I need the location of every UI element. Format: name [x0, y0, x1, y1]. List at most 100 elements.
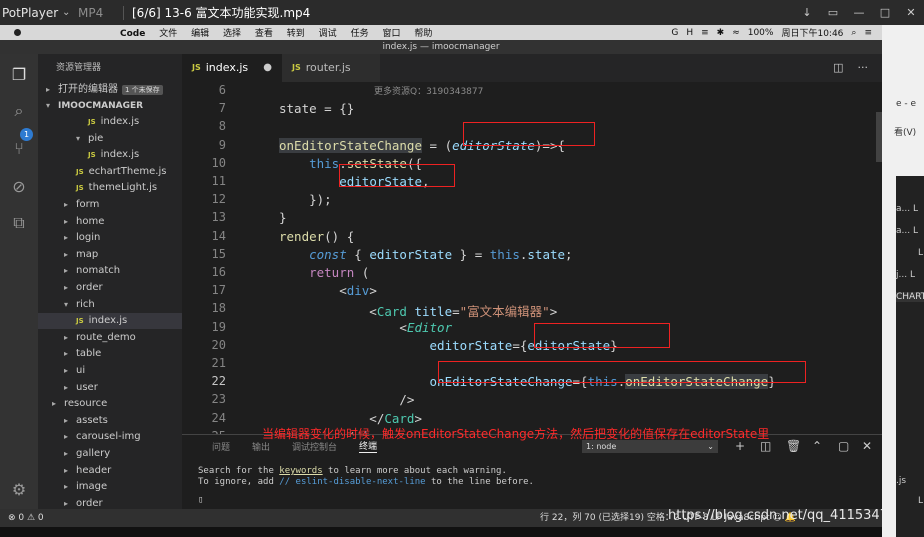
panel-tab-problems[interactable]: 问题 [212, 440, 230, 453]
search-icon[interactable]: ⌕ [8, 100, 30, 122]
tree-folder[interactable]: ▸ form [38, 197, 182, 213]
tree-folder[interactable]: ▸ order [38, 280, 182, 296]
code-line[interactable]: <Card title="富文本编辑器"> [279, 301, 557, 320]
mini-mode-icon[interactable]: ▭ [820, 6, 846, 19]
tree-item-label: header [76, 464, 112, 476]
menu-debug[interactable]: 调试 [319, 29, 337, 39]
tree-folder[interactable]: ▸ login [38, 230, 182, 246]
menu-tasks[interactable]: 任务 [351, 29, 369, 39]
player-format: MP4 [78, 5, 104, 20]
menu-items: Code 文件 编辑 选择 查看 转到 调试 任务 窗口 帮助 [120, 26, 443, 39]
clock[interactable]: 周日下午10:46 [781, 26, 843, 39]
tree-item-label: order [76, 497, 103, 509]
tree-folder[interactable]: ▸ header [38, 463, 182, 479]
terminal-cursor[interactable]: ▯ [198, 495, 203, 505]
chevron-right-icon: ▸ [52, 399, 57, 409]
tree-folder[interactable]: ▸ order [38, 496, 182, 509]
bluetooth-icon[interactable]: ✱ [717, 28, 725, 38]
code-line[interactable]: <Editor [279, 320, 452, 335]
maximize-icon[interactable]: □ [872, 6, 898, 19]
line-number: 19 [211, 319, 226, 334]
code-line[interactable]: }); [279, 192, 332, 207]
tree-folder[interactable]: ▸ table [38, 346, 182, 362]
debug-icon[interactable]: ⊘ [8, 176, 30, 198]
tab-router-js[interactable]: JS router.js [282, 54, 380, 82]
tree-folder[interactable]: ▸ map [38, 247, 182, 263]
minimize-icon[interactable]: — [846, 6, 872, 19]
problems-count[interactable]: ⊗ 0 ⚠ 0 [8, 509, 44, 527]
files-icon[interactable]: ❐ [8, 64, 30, 86]
blog-watermark: https://blog.csdn.net/qq_41153478 [668, 508, 897, 523]
tree-folder[interactable]: ▸ image [38, 479, 182, 495]
code-line[interactable]: </Card> [279, 411, 422, 426]
gear-icon[interactable]: ⚙ [8, 479, 30, 501]
extensions-icon[interactable]: ⧉ [8, 212, 30, 234]
chevron-right-icon: ▸ [64, 332, 69, 342]
menu-help[interactable]: 帮助 [414, 29, 432, 39]
menu-window[interactable]: 窗口 [382, 29, 400, 39]
tree-file[interactable]: JS echartTheme.js [38, 164, 182, 180]
js-file-icon: JS [88, 151, 96, 160]
tree-folder[interactable]: ▸ home [38, 214, 182, 230]
menu-go[interactable]: 转到 [287, 29, 305, 39]
tree-folder[interactable]: ▸ assets [38, 413, 182, 429]
apple-icon[interactable] [14, 29, 21, 36]
tree-file[interactable]: JS index.js [38, 114, 182, 130]
bg-text: CHART [896, 292, 924, 302]
git-icon[interactable]: ⑂ [8, 138, 30, 160]
menu-edit[interactable]: 编辑 [191, 29, 209, 39]
maximize-panel-icon[interactable]: ▢ [838, 439, 849, 453]
tree-item-label: echartTheme.js [88, 165, 167, 177]
chevron-up-icon[interactable]: ⌃ [812, 439, 822, 453]
pin-icon[interactable]: ↓ [794, 6, 820, 19]
code-line[interactable]: render() { [279, 229, 354, 244]
tree-folder[interactable]: ▸ nomatch [38, 263, 182, 279]
status-icon-g[interactable]: G [671, 28, 678, 38]
chevron-right-icon: ▸ [64, 498, 69, 508]
tree-folder[interactable]: ▸ route_demo [38, 330, 182, 346]
code-line[interactable]: return ( [279, 265, 369, 280]
bg-text: .js [896, 476, 907, 486]
spotlight-icon[interactable]: ⌕ [851, 28, 856, 38]
tree-folder[interactable]: ▸ carousel-img [38, 429, 182, 445]
tree-item-label: index.js [100, 116, 140, 127]
tree-folder[interactable]: ▸ user [38, 380, 182, 396]
battery-level[interactable]: 100% [748, 28, 774, 38]
code-line[interactable]: <div> [279, 283, 377, 298]
tree-folder[interactable]: ▸ gallery [38, 446, 182, 462]
wifi-icon[interactable]: ≈ [732, 28, 740, 38]
chevron-down-icon[interactable]: ⌄ [62, 7, 78, 18]
menu-view[interactable]: 查看 [255, 29, 273, 39]
unsaved-dot-icon[interactable]: ● [263, 54, 272, 82]
notification-icon[interactable]: ≡ [864, 28, 872, 38]
status-icon-h[interactable]: H [686, 28, 693, 38]
status-icon-menu[interactable]: ≡ [701, 28, 709, 38]
annotation-caption: 当编辑器变化的时候，触发onEditorStateChange方法，然后把变化的… [262, 427, 770, 441]
code-line[interactable]: state = {} [279, 101, 354, 116]
tree-file[interactable]: JS index.js [38, 313, 182, 330]
traffic-lights [0, 29, 120, 36]
menu-selection[interactable]: 选择 [223, 29, 241, 39]
code-editor[interactable]: 6 7 state = {} 8 9 onEditorStateChange = (edi… [182, 82, 882, 434]
split-editor-icon[interactable]: ◫ [833, 61, 843, 74]
code-line[interactable]: const { editorState } = this.state; [279, 247, 572, 262]
tree-folder[interactable]: ▾ rich [38, 297, 182, 313]
close-icon[interactable]: ✕ [898, 6, 924, 19]
player-app-name[interactable]: PotPlayer [0, 6, 62, 20]
close-panel-icon[interactable]: ✕ [862, 439, 872, 453]
code-line[interactable]: } [279, 210, 287, 225]
open-editors-header[interactable]: ▸ 打开的编辑器 1 个未保存 [38, 82, 182, 98]
tree-file[interactable]: JS themeLight.js [38, 180, 182, 196]
tree-file[interactable]: JS index.js [38, 147, 182, 163]
tree-folder[interactable]: ▸ ui [38, 363, 182, 379]
trash-icon[interactable]: 🗑 [786, 439, 801, 453]
tab-index-js[interactable]: JS index.js ● [182, 54, 282, 82]
tree-folder[interactable]: ▾ pie [38, 131, 182, 147]
more-actions-icon[interactable]: ··· [858, 61, 869, 74]
code-line[interactable]: /> [279, 392, 414, 407]
tree-folder[interactable]: ▸ resource [38, 396, 182, 412]
line-number: 9 [218, 137, 226, 152]
menu-file[interactable]: 文件 [159, 29, 177, 39]
project-header[interactable]: ▾ IMOOCMANAGER [38, 98, 182, 114]
menu-code[interactable]: Code [120, 29, 145, 39]
